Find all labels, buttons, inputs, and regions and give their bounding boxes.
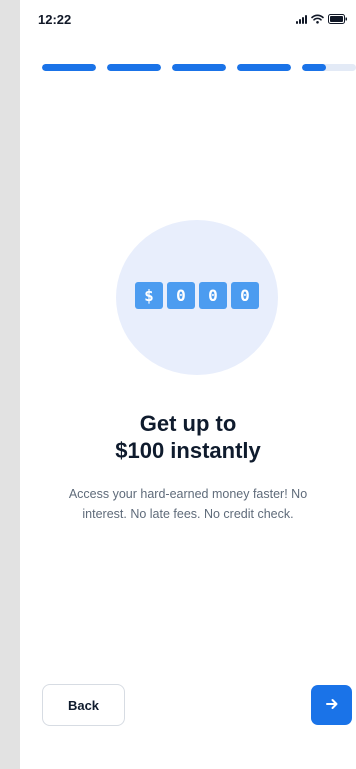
amount-digit-tile: 0 [167, 282, 195, 309]
left-gutter [0, 0, 20, 769]
progress-segment-fill [172, 64, 226, 71]
page-subtitle: Access your hard-earned money faster! No… [34, 484, 342, 524]
progress-segment [237, 64, 291, 71]
amount-digit-tile: 0 [231, 282, 259, 309]
subtitle-line-1: Access your hard-earned money faster! No [68, 487, 308, 501]
page-title: Get up to $100 instantly [20, 410, 356, 464]
back-button[interactable]: Back [42, 684, 125, 726]
next-button[interactable] [311, 685, 352, 725]
progress-segment-fill [302, 64, 327, 71]
signal-icon [296, 14, 307, 24]
amount-counter: $0 0 0 [135, 282, 259, 309]
progress-segment [172, 64, 226, 71]
wifi-icon [311, 14, 324, 24]
progress-segment [42, 64, 96, 71]
progress-segment-fill [42, 64, 96, 71]
progress-segment [302, 64, 356, 71]
status-time: 12:22 [38, 12, 72, 27]
arrow-right-icon [325, 697, 339, 714]
onboarding-screen: 12:22 $0 0 0 Get up to $100 instantly Ac… [20, 0, 356, 769]
progress-segment [107, 64, 161, 71]
progress-indicator [42, 64, 356, 71]
status-bar: 12:22 [20, 0, 356, 44]
amount-digit-tile: $ [135, 282, 163, 309]
subtitle-line-2: interest. No late fees. No credit check. [82, 507, 294, 521]
amount-digit-tile: 0 [199, 282, 227, 309]
status-icons [296, 14, 348, 24]
title-line-2: $100 instantly [115, 438, 261, 463]
battery-icon [328, 14, 348, 24]
progress-segment-fill [237, 64, 291, 71]
progress-segment-fill [107, 64, 161, 71]
title-line-1: Get up to [139, 411, 237, 436]
